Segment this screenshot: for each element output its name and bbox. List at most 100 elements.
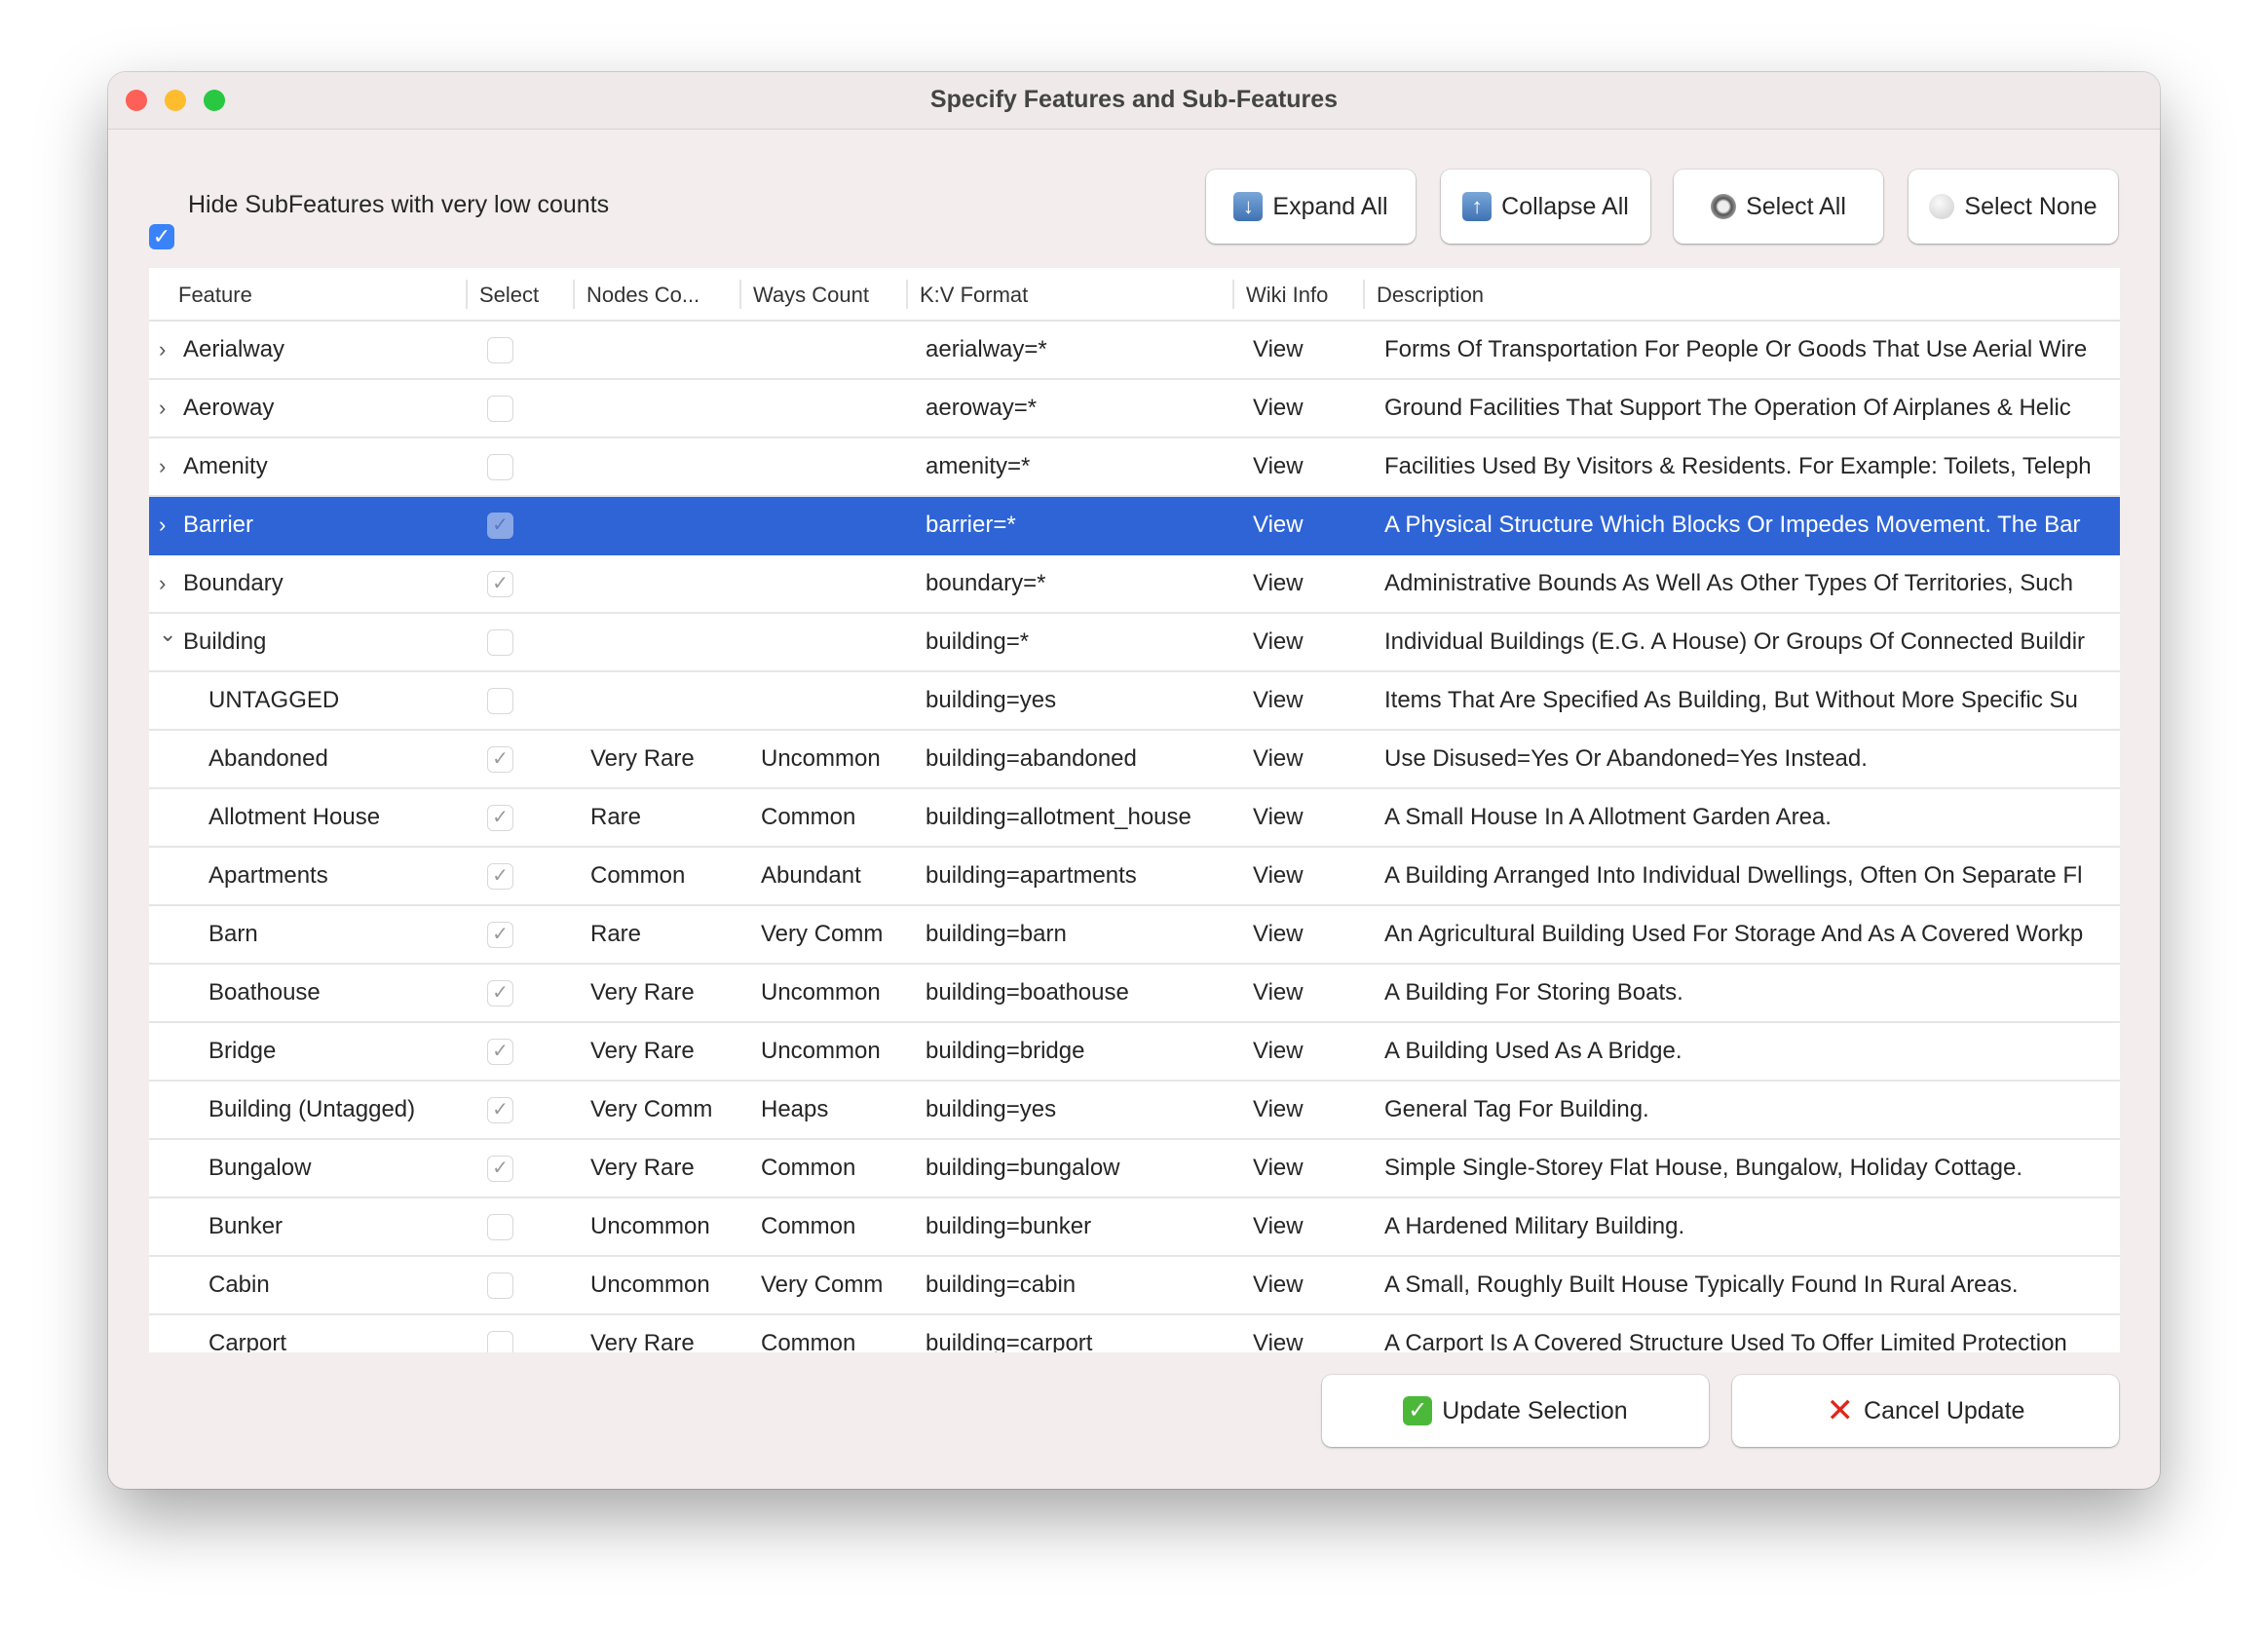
- column-header[interactable]: Feature: [149, 268, 466, 320]
- column-header[interactable]: Ways Count: [739, 268, 906, 320]
- select-checkbox[interactable]: ✓: [487, 1155, 513, 1182]
- column-header[interactable]: K:V Format: [906, 268, 1232, 320]
- desc-text: A Physical Structure Which Blocks Or Imp…: [1384, 512, 2081, 538]
- select-checkbox[interactable]: [487, 687, 513, 714]
- kv-cell: building=bunker: [906, 1198, 1232, 1255]
- table-row[interactable]: › Amenity amenity=* View Facilities Used By …: [149, 438, 2120, 497]
- ways-cell: [739, 672, 906, 729]
- desc-cell: A Physical Structure Which Blocks Or Imp…: [1363, 497, 2120, 553]
- cancel-update-button[interactable]: ✕ Cancel Update: [1732, 1375, 2119, 1447]
- ways-text: Uncommon: [761, 979, 881, 1006]
- wiki-cell: View: [1232, 1257, 1363, 1313]
- select-checkbox[interactable]: [487, 1330, 513, 1352]
- table-row[interactable]: Bunker Uncommon Common building=bunker View A…: [149, 1198, 2120, 1257]
- wiki-text[interactable]: View: [1232, 1213, 1304, 1240]
- wiki-text[interactable]: View: [1232, 336, 1304, 363]
- feature-text: Aeroway: [183, 395, 275, 421]
- nodes-cell: Rare: [573, 789, 739, 846]
- select-checkbox[interactable]: [487, 336, 513, 363]
- select-checkbox[interactable]: ✓: [487, 570, 513, 597]
- column-header[interactable]: Description: [1363, 268, 2120, 320]
- feature-cell: Allotment House: [149, 789, 466, 846]
- chevron-right-icon[interactable]: ›: [159, 513, 166, 538]
- select-checkbox[interactable]: ✓: [487, 1096, 513, 1123]
- hide-low-counts-checkbox[interactable]: ✓: [149, 224, 174, 249]
- wiki-text[interactable]: View: [1232, 628, 1304, 656]
- table-row[interactable]: › Aerialway aerialway=* View Forms Of Transp…: [149, 322, 2120, 380]
- select-checkbox[interactable]: [487, 1213, 513, 1240]
- ways-cell: Uncommon: [739, 965, 906, 1021]
- kv-cell: building=abandoned: [906, 731, 1232, 787]
- select-checkbox[interactable]: ✓: [487, 512, 513, 539]
- table-row[interactable]: Allotment House ✓ Rare Common building=allot…: [149, 789, 2120, 848]
- select-checkbox[interactable]: ✓: [487, 804, 513, 831]
- chevron-down-icon[interactable]: ⌄: [159, 622, 176, 647]
- table-row[interactable]: Carport Very Rare Common building=carport Vi…: [149, 1315, 2120, 1352]
- ways-text: Uncommon: [761, 745, 881, 772]
- wiki-text[interactable]: View: [1232, 862, 1304, 890]
- table-row[interactable]: Boathouse ✓ Very Rare Uncommon building=boat…: [149, 965, 2120, 1023]
- nodes-cell: Very Rare: [573, 965, 739, 1021]
- table-row[interactable]: › Aeroway aeroway=* View Ground Facilities T…: [149, 380, 2120, 438]
- table-row[interactable]: Bridge ✓ Very Rare Uncommon building=bridge V…: [149, 1023, 2120, 1082]
- select-checkbox[interactable]: ✓: [487, 745, 513, 773]
- kv-cell: building=boathouse: [906, 965, 1232, 1021]
- cancel-update-label: Cancel Update: [1864, 1396, 2025, 1424]
- cross-mark-icon: ✕: [1826, 1392, 1855, 1429]
- select-checkbox[interactable]: [487, 628, 513, 656]
- wiki-text[interactable]: View: [1232, 804, 1304, 831]
- desc-text: Forms Of Transportation For People Or Go…: [1384, 336, 2088, 362]
- feature-text: Aerialway: [183, 336, 285, 362]
- wiki-text[interactable]: View: [1232, 512, 1304, 539]
- wiki-text[interactable]: View: [1232, 1272, 1304, 1299]
- table-row[interactable]: Cabin Uncommon Very Comm building=cabin View…: [149, 1257, 2120, 1315]
- select-checkbox[interactable]: ✓: [487, 1038, 513, 1065]
- expand-all-button[interactable]: ↓ Expand All: [1206, 170, 1416, 244]
- table-row[interactable]: Abandoned ✓ Very Rare Uncommon building=aban…: [149, 731, 2120, 789]
- collapse-all-button[interactable]: ↑ Collapse All: [1441, 170, 1650, 244]
- desc-cell: A Building Arranged Into Individual Dwel…: [1363, 848, 2120, 904]
- column-header[interactable]: Wiki Info: [1232, 268, 1363, 320]
- wiki-text[interactable]: View: [1232, 921, 1304, 948]
- desc-text: Items That Are Specified As Building, Bu…: [1384, 687, 2078, 713]
- select-all-button[interactable]: Select All: [1674, 170, 1883, 244]
- wiki-text[interactable]: View: [1232, 570, 1304, 597]
- column-header[interactable]: Nodes Co...: [573, 268, 739, 320]
- table-row[interactable]: UNTAGGED building=yes View Items That Are S…: [149, 672, 2120, 731]
- chevron-right-icon[interactable]: ›: [159, 454, 166, 479]
- wiki-text[interactable]: View: [1232, 745, 1304, 773]
- select-checkbox[interactable]: ✓: [487, 862, 513, 890]
- chevron-right-icon[interactable]: ›: [159, 396, 166, 421]
- select-checkbox[interactable]: ✓: [487, 921, 513, 948]
- kv-cell: building=cabin: [906, 1257, 1232, 1313]
- feature-cell: Cabin: [149, 1257, 466, 1313]
- wiki-text[interactable]: View: [1232, 979, 1304, 1006]
- table-row[interactable]: Bungalow ✓ Very Rare Common building=bungalo…: [149, 1140, 2120, 1198]
- select-checkbox[interactable]: ✓: [487, 979, 513, 1006]
- table-row[interactable]: Barn ✓ Rare Very Comm building=barn View An Ag…: [149, 906, 2120, 965]
- ways-cell: Common: [739, 1140, 906, 1196]
- wiki-text[interactable]: View: [1232, 1155, 1304, 1182]
- select-checkbox[interactable]: [487, 453, 513, 480]
- select-checkbox[interactable]: [487, 395, 513, 422]
- chevron-right-icon[interactable]: ›: [159, 571, 166, 596]
- table-row[interactable]: › Boundary ✓ boundary=* View Administrative B…: [149, 555, 2120, 614]
- wiki-text[interactable]: View: [1232, 453, 1304, 480]
- wiki-text[interactable]: View: [1232, 1096, 1304, 1123]
- table-row[interactable]: Apartments ✓ Common Abundant building=apartm…: [149, 848, 2120, 906]
- select-checkbox[interactable]: [487, 1272, 513, 1299]
- table-row[interactable]: ⌄ Building building=* View Individual Buildi…: [149, 614, 2120, 672]
- wiki-cell: View: [1232, 614, 1363, 670]
- select-none-button[interactable]: Select None: [1909, 170, 2118, 244]
- column-header[interactable]: Select: [466, 268, 573, 320]
- wiki-text[interactable]: View: [1232, 1330, 1304, 1352]
- nodes-text: Very Rare: [590, 1330, 695, 1352]
- wiki-text[interactable]: View: [1232, 687, 1304, 714]
- kv-text: building=bunker: [926, 1213, 1092, 1239]
- wiki-text[interactable]: View: [1232, 395, 1304, 422]
- table-row[interactable]: Building (Untagged) ✓ Very Comm Heaps buildi…: [149, 1082, 2120, 1140]
- update-selection-button[interactable]: ✓ Update Selection: [1322, 1375, 1709, 1447]
- chevron-right-icon[interactable]: ›: [159, 337, 166, 362]
- wiki-text[interactable]: View: [1232, 1038, 1304, 1065]
- table-row[interactable]: › Barrier ✓ barrier=* View A Physical Structu…: [149, 497, 2120, 555]
